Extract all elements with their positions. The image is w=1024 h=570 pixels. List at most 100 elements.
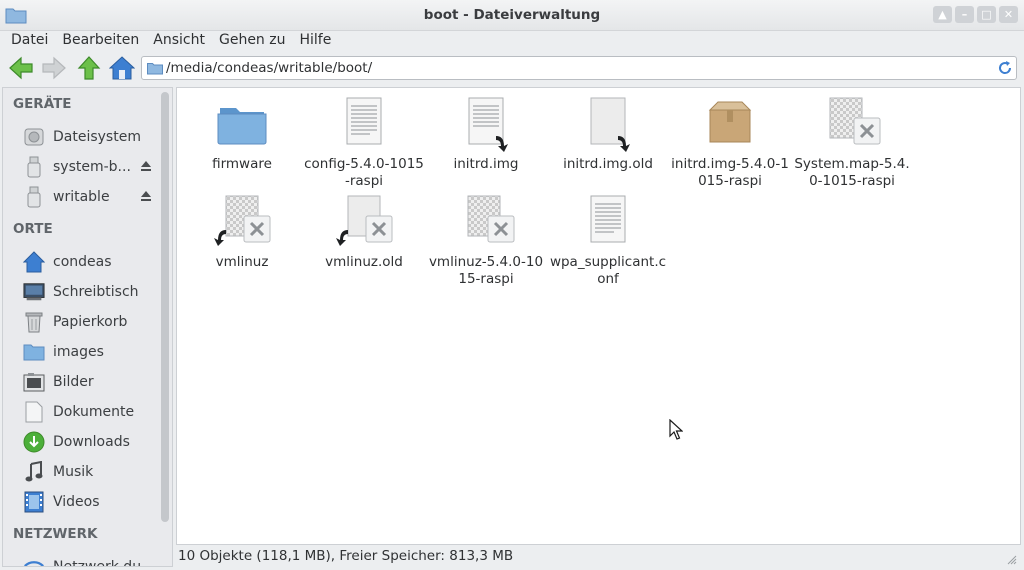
sidebar-item-label: writable bbox=[53, 189, 110, 205]
eject-icon[interactable] bbox=[140, 190, 152, 202]
sidebar-item-images[interactable]: images bbox=[3, 338, 158, 366]
sidebar: GERÄTE Dateisystem system-b... writable … bbox=[2, 87, 173, 567]
unknown-file-icon bbox=[467, 195, 515, 243]
file-name: vmlinuz-5.4.0-1015-raspi bbox=[428, 254, 544, 287]
sidebar-item-label: Netzwerk du... bbox=[53, 559, 155, 567]
file-view[interactable]: firmware config-5.4.0-1015-raspi initrd.… bbox=[176, 87, 1021, 545]
pictures-icon bbox=[23, 371, 45, 393]
window-maximize-button[interactable]: □ bbox=[977, 6, 996, 23]
file-name: initrd.img-5.4.0-1015-raspi bbox=[671, 156, 789, 189]
file-item-firmware[interactable]: firmware bbox=[181, 96, 303, 173]
file-name: wpa_supplicant.conf bbox=[549, 254, 667, 287]
sidebar-item-downloads[interactable]: Downloads bbox=[3, 428, 158, 456]
sidebar-item-label: Musik bbox=[53, 464, 94, 480]
file-item-initrd-raspi[interactable]: initrd.img-5.4.0-1015-raspi bbox=[669, 96, 791, 190]
menu-datei[interactable]: Datei bbox=[4, 30, 55, 52]
music-icon bbox=[23, 461, 45, 483]
file-item-vmlinuz-old[interactable]: vmlinuz.old bbox=[303, 194, 425, 271]
usb-drive-icon bbox=[23, 156, 45, 178]
usb-drive-icon bbox=[23, 186, 45, 208]
unknown-file-link-icon bbox=[214, 195, 271, 246]
arrow-right-icon bbox=[42, 56, 66, 80]
menu-hilfe[interactable]: Hilfe bbox=[292, 30, 338, 52]
file-item-vmlinuz-raspi[interactable]: vmlinuz-5.4.0-1015-raspi bbox=[425, 194, 547, 288]
file-name: initrd.img.old bbox=[563, 156, 653, 172]
sidebar-item-writable[interactable]: writable bbox=[3, 183, 158, 211]
menu-ansicht[interactable]: Ansicht bbox=[146, 30, 212, 52]
window-up-button[interactable]: ▲ bbox=[933, 6, 952, 23]
up-button[interactable] bbox=[75, 54, 103, 82]
menu-gehen-zu[interactable]: Gehen zu bbox=[212, 30, 293, 52]
file-item-vmlinuz[interactable]: vmlinuz bbox=[181, 194, 303, 271]
sidebar-item-videos[interactable]: Videos bbox=[3, 488, 158, 516]
file-item-initrd-old[interactable]: initrd.img.old bbox=[547, 96, 669, 173]
section-network: NETZWERK bbox=[13, 526, 98, 542]
sidebar-item-dateisystem[interactable]: Dateisystem bbox=[3, 123, 158, 151]
trash-icon bbox=[23, 311, 45, 333]
window-close-button[interactable]: ✕ bbox=[999, 6, 1018, 23]
home-button[interactable] bbox=[108, 54, 136, 82]
sidebar-item-label: Videos bbox=[53, 494, 100, 510]
section-places: ORTE bbox=[13, 221, 53, 237]
package-icon bbox=[708, 101, 752, 143]
text-file-icon bbox=[346, 97, 382, 145]
file-name: vmlinuz.old bbox=[325, 254, 403, 270]
sidebar-item-papierkorb[interactable]: Papierkorb bbox=[3, 308, 158, 336]
section-devices: GERÄTE bbox=[13, 96, 72, 112]
menu-bearbeiten[interactable]: Bearbeiten bbox=[55, 30, 146, 52]
sidebar-item-label: Bilder bbox=[53, 374, 94, 390]
sidebar-item-dokumente[interactable]: Dokumente bbox=[3, 398, 158, 426]
arrow-left-icon bbox=[9, 56, 33, 80]
back-button[interactable] bbox=[7, 54, 35, 82]
sidebar-item-network[interactable]: Netzwerk du... bbox=[3, 553, 158, 567]
folder-icon bbox=[23, 341, 45, 363]
sidebar-item-bilder[interactable]: Bilder bbox=[3, 368, 158, 396]
file-name: vmlinuz bbox=[215, 254, 269, 270]
file-item-initrd[interactable]: initrd.img bbox=[425, 96, 547, 173]
sidebar-item-label: system-b... bbox=[53, 159, 131, 175]
sidebar-item-condeas[interactable]: condeas bbox=[3, 248, 158, 276]
sidebar-item-label: condeas bbox=[53, 254, 112, 270]
desktop-icon bbox=[23, 281, 45, 303]
text-file-link-icon bbox=[468, 97, 508, 152]
file-item-system-map[interactable]: System.map-5.4.0-1015-raspi bbox=[791, 96, 913, 190]
menu-bar: Datei Bearbeiten Ansicht Gehen zu Hilfe bbox=[0, 30, 1024, 52]
eject-icon[interactable] bbox=[140, 160, 152, 172]
file-name: initrd.img bbox=[453, 156, 519, 172]
arrow-up-icon bbox=[77, 56, 101, 80]
folder-icon bbox=[217, 108, 267, 145]
location-path: /media/condeas/writable/boot/ bbox=[166, 60, 373, 76]
sidebar-item-system-boot[interactable]: system-b... bbox=[3, 153, 158, 181]
document-icon bbox=[23, 401, 45, 423]
title-bar[interactable]: boot - Dateiverwaltung ▲ – □ ✕ bbox=[0, 0, 1024, 31]
status-bar: 10 Objekte (118,1 MB), Freier Speicher: … bbox=[176, 546, 1021, 568]
sidebar-scrollbar-thumb[interactable] bbox=[161, 92, 169, 522]
status-text: 10 Objekte (118,1 MB), Freier Speicher: … bbox=[178, 548, 514, 564]
harddisk-icon bbox=[23, 126, 45, 148]
window-minimize-button[interactable]: – bbox=[955, 6, 974, 23]
file-item-config[interactable]: config-5.4.0-1015-raspi bbox=[303, 96, 425, 190]
location-bar[interactable]: /media/condeas/writable/boot/ bbox=[141, 56, 1017, 80]
sidebar-item-label: Downloads bbox=[53, 434, 130, 450]
text-file-icon bbox=[590, 195, 626, 243]
reload-icon[interactable] bbox=[997, 60, 1013, 76]
sidebar-item-label: Schreibtisch bbox=[53, 284, 139, 300]
window-title: boot - Dateiverwaltung bbox=[423, 7, 601, 23]
folder-icon bbox=[147, 63, 163, 75]
home-icon bbox=[109, 56, 135, 80]
sidebar-scrollbar[interactable] bbox=[160, 90, 170, 560]
network-icon bbox=[23, 556, 45, 566]
resize-grip-icon[interactable] bbox=[1007, 555, 1017, 565]
sidebar-item-label: Dateisystem bbox=[53, 129, 141, 145]
file-name: firmware bbox=[212, 156, 272, 172]
file-item-wpa-supplicant[interactable]: wpa_supplicant.conf bbox=[547, 194, 669, 288]
toolbar: /media/condeas/writable/boot/ bbox=[0, 54, 1024, 84]
forward-button[interactable] bbox=[40, 54, 68, 82]
home-icon bbox=[23, 251, 45, 273]
sidebar-item-label: images bbox=[53, 344, 104, 360]
blank-file-link-icon bbox=[590, 97, 630, 152]
video-icon bbox=[23, 491, 45, 513]
sidebar-item-schreibtisch[interactable]: Schreibtisch bbox=[3, 278, 158, 306]
download-icon bbox=[23, 431, 45, 453]
sidebar-item-musik[interactable]: Musik bbox=[3, 458, 158, 486]
